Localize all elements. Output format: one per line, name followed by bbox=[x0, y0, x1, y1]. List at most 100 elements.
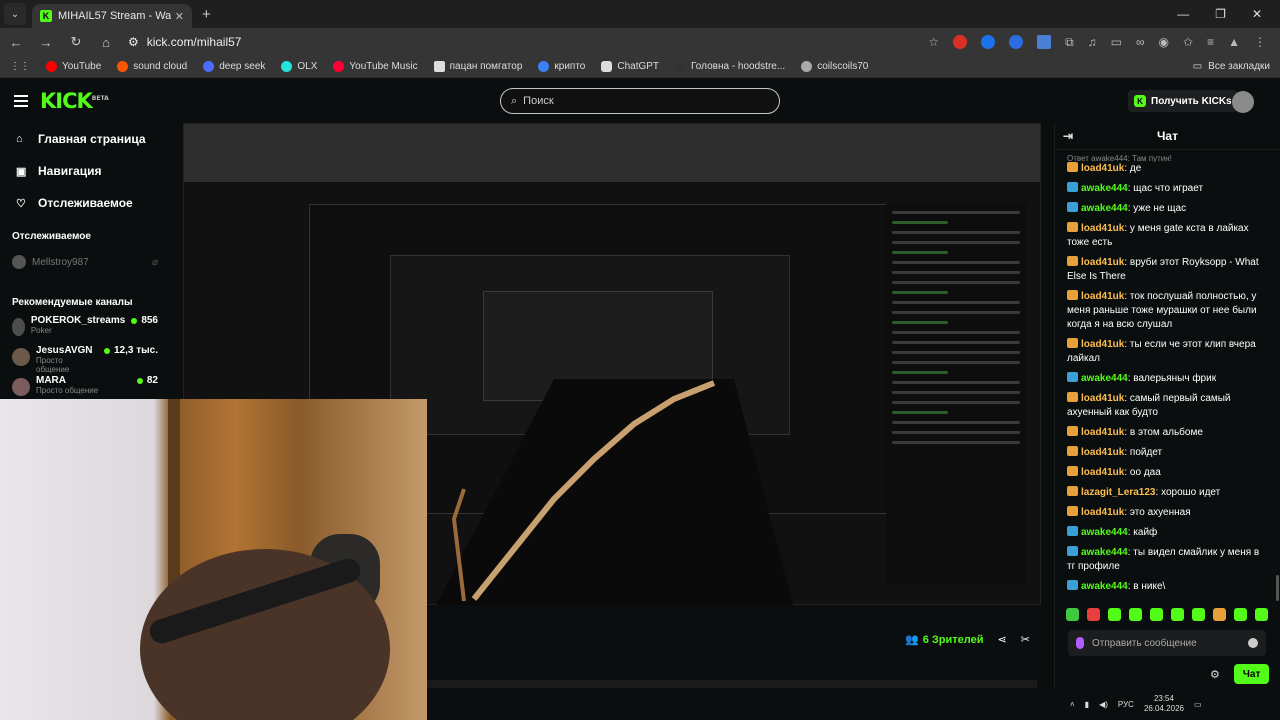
favorites-icon[interactable]: ✩ bbox=[1183, 35, 1193, 50]
emote-icon[interactable] bbox=[1192, 608, 1205, 621]
page-scrollbar[interactable] bbox=[1276, 575, 1279, 601]
microphone-icon[interactable]: ▮ bbox=[1085, 700, 1089, 709]
chat-username[interactable]: awake444 bbox=[1081, 203, 1128, 214]
more-icon[interactable]: ⋮ bbox=[1254, 35, 1266, 50]
media-icon[interactable]: ♫ bbox=[1088, 35, 1097, 50]
chat-username[interactable]: load41uk bbox=[1081, 467, 1124, 478]
emote-icon[interactable] bbox=[1087, 608, 1100, 621]
chat-username[interactable]: awake444 bbox=[1081, 547, 1128, 558]
viewer-count: 12,3 тыс. bbox=[103, 345, 158, 356]
profile-icon[interactable]: ▲ bbox=[1228, 35, 1240, 50]
stream-actions: 👥 6 Зрителей ⋖ ✂ bbox=[905, 633, 1030, 647]
tab-close-icon[interactable]: ✕ bbox=[175, 10, 184, 23]
user-avatar[interactable] bbox=[1232, 91, 1254, 113]
search-input[interactable]: ⌕ Поиск bbox=[500, 88, 780, 114]
chat-username[interactable]: load41uk bbox=[1081, 339, 1124, 350]
reload-icon[interactable]: ↻ bbox=[68, 34, 84, 50]
bookmark-chatgpt[interactable]: ChatGPT bbox=[601, 61, 659, 72]
back-icon[interactable]: ← bbox=[8, 35, 24, 50]
emote-icon[interactable] bbox=[1234, 608, 1247, 621]
bookmark-navigator[interactable]: пацан помгатор bbox=[433, 61, 522, 72]
bookmark-hoodstream[interactable]: Головна - hoodstre... bbox=[675, 61, 785, 72]
emoji-icon[interactable] bbox=[1248, 638, 1258, 648]
emote-icon[interactable] bbox=[1066, 608, 1079, 621]
following-channel[interactable]: Mellstroy987 ⌀ bbox=[0, 253, 180, 271]
maximize-icon[interactable]: ❐ bbox=[1215, 7, 1226, 21]
bookmark-coilscoils[interactable]: coilscoils70 bbox=[801, 61, 868, 72]
chat-username[interactable]: load41uk bbox=[1081, 447, 1124, 458]
apps-grid-icon[interactable]: ⋮⋮ bbox=[10, 61, 30, 72]
crown-badge-icon bbox=[1067, 338, 1078, 348]
emote-icon[interactable] bbox=[1171, 608, 1184, 621]
extension-icon[interactable] bbox=[981, 34, 996, 49]
chat-username[interactable]: load41uk bbox=[1081, 163, 1124, 174]
forward-icon[interactable]: → bbox=[38, 35, 54, 50]
chat-input[interactable]: Отправить сообщение bbox=[1068, 630, 1266, 656]
volume-icon[interactable]: ◀) bbox=[1099, 700, 1108, 709]
extension-icon[interactable] bbox=[1009, 34, 1024, 49]
chat-username[interactable]: awake444 bbox=[1081, 527, 1128, 538]
browser-tab[interactable]: K MIHAIL57 Stream - Watch Live ✕ bbox=[32, 4, 192, 28]
link-icon[interactable]: ∞ bbox=[1136, 35, 1145, 50]
language-indicator[interactable]: РУС bbox=[1118, 700, 1134, 709]
chat-message: awake444: в нике\ bbox=[1067, 580, 1270, 594]
extension-icon[interactable] bbox=[953, 34, 968, 49]
chat-username[interactable]: load41uk bbox=[1081, 291, 1124, 302]
wallet-icon[interactable]: ▭ bbox=[1111, 35, 1122, 50]
bookmark-olx[interactable]: OLX bbox=[281, 61, 317, 72]
emote-icon[interactable] bbox=[1213, 608, 1226, 621]
minimize-icon[interactable]: — bbox=[1177, 7, 1189, 21]
share-icon[interactable]: ⋖ bbox=[997, 633, 1006, 646]
chat-username[interactable]: awake444 bbox=[1081, 183, 1128, 194]
emote-icon[interactable] bbox=[1108, 608, 1121, 621]
chat-username[interactable]: load41uk bbox=[1081, 507, 1124, 518]
get-kicks-button[interactable]: K Получить KICKs bbox=[1128, 90, 1238, 112]
microphone-icon[interactable] bbox=[1076, 637, 1084, 649]
clip-icon[interactable]: ✂ bbox=[1021, 633, 1030, 646]
recommended-channel[interactable]: JesusAVGN Просто общение 12,3 тыс. bbox=[0, 345, 180, 375]
chevron-up-icon[interactable]: ˄ bbox=[1070, 700, 1075, 709]
send-chat-button[interactable]: Чат bbox=[1233, 664, 1270, 684]
sidebar-item-browse[interactable]: ▣ Навигация bbox=[0, 155, 180, 187]
url-field[interactable]: ⚙ kick.com/mihail57 bbox=[128, 35, 914, 49]
chat-username[interactable]: load41uk bbox=[1081, 393, 1124, 404]
new-tab-button[interactable]: + bbox=[202, 6, 211, 23]
emote-icon[interactable] bbox=[1150, 608, 1163, 621]
translate-icon[interactable] bbox=[1037, 34, 1052, 49]
emote-icon[interactable] bbox=[1255, 608, 1268, 621]
kick-logo[interactable]: KICKBETA bbox=[40, 89, 109, 113]
clock[interactable]: 23:54 26.04.2026 bbox=[1144, 694, 1184, 714]
sidebar-item-home[interactable]: ⌂ Главная страница bbox=[0, 123, 180, 155]
location-icon[interactable]: ◉ bbox=[1159, 35, 1169, 50]
bookmark-crypto[interactable]: крипто bbox=[538, 61, 585, 72]
bookmark-deepseek[interactable]: deep seek bbox=[203, 61, 265, 72]
chat-username[interactable]: awake444 bbox=[1081, 581, 1128, 592]
emote-icon[interactable] bbox=[1129, 608, 1142, 621]
bookmark-youtube[interactable]: YouTube bbox=[46, 61, 101, 72]
bookmark-soundcloud[interactable]: sound cloud bbox=[117, 61, 187, 72]
tab-search-menu[interactable]: ⌄ bbox=[4, 3, 26, 25]
chat-message: load41uk: самый первый самый ахуенный ка… bbox=[1067, 392, 1231, 418]
close-window-icon[interactable]: ✕ bbox=[1252, 7, 1262, 21]
chat-username[interactable]: lazagit_Lera123 bbox=[1081, 487, 1156, 498]
menu-lines-icon[interactable]: ≡ bbox=[1207, 35, 1214, 50]
recursion-tunnel bbox=[436, 379, 793, 605]
bookmark-youtube-music[interactable]: YouTube Music bbox=[333, 61, 418, 72]
collapse-chat-icon[interactable]: ⇥ bbox=[1063, 129, 1073, 143]
chat-username[interactable]: load41uk bbox=[1081, 257, 1124, 268]
puzzle-icon[interactable]: ⧉ bbox=[1065, 35, 1074, 50]
chat-username[interactable]: awake444 bbox=[1081, 373, 1128, 384]
notification-icon[interactable]: ▭ bbox=[1194, 700, 1202, 709]
heart-icon: ♡ bbox=[16, 197, 26, 210]
all-bookmarks[interactable]: ▭ Все закладки bbox=[1193, 61, 1270, 72]
webcam-overlay bbox=[0, 399, 427, 720]
sidebar-item-following[interactable]: ♡ Отслеживаемое bbox=[0, 187, 180, 219]
recommended-channel[interactable]: POKEROK_streams Poker 856 bbox=[0, 315, 180, 345]
gear-icon[interactable]: ⚙ bbox=[1210, 668, 1220, 681]
bookmark-star-icon[interactable]: ☆ bbox=[928, 35, 939, 50]
home-icon[interactable]: ⌂ bbox=[98, 35, 114, 50]
site-info-icon[interactable]: ⚙ bbox=[128, 35, 139, 49]
hamburger-menu-icon[interactable] bbox=[14, 95, 28, 107]
chat-username[interactable]: load41uk bbox=[1081, 427, 1124, 438]
chat-username[interactable]: load41uk bbox=[1081, 223, 1124, 234]
